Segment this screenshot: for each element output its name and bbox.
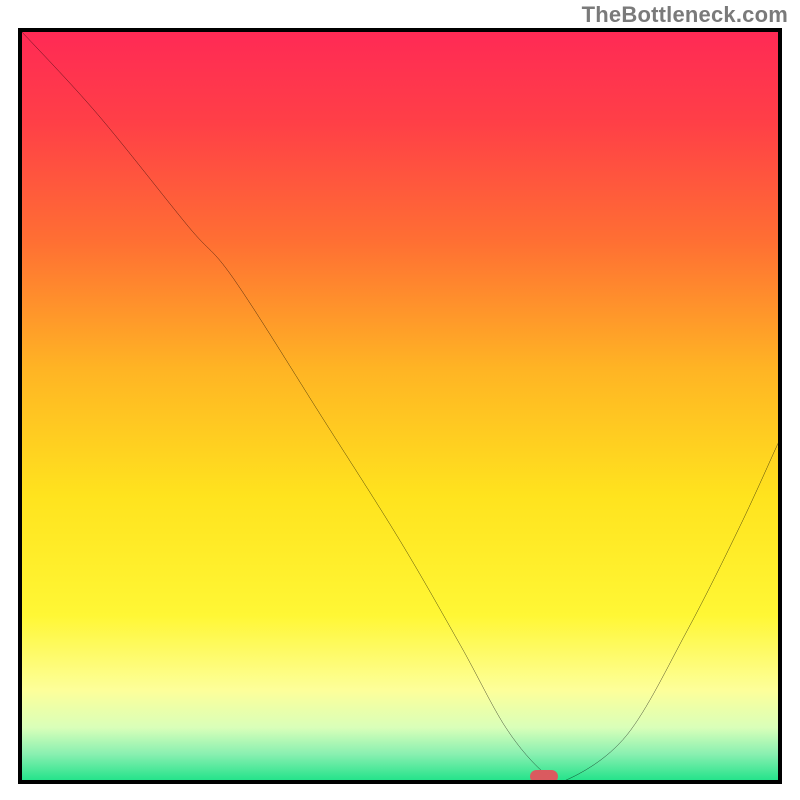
bottleneck-curve	[22, 32, 778, 780]
chart-container: TheBottleneck.com	[0, 0, 800, 800]
optimal-marker	[530, 770, 558, 783]
watermark-label: TheBottleneck.com	[582, 2, 788, 28]
plot-area	[18, 28, 782, 784]
